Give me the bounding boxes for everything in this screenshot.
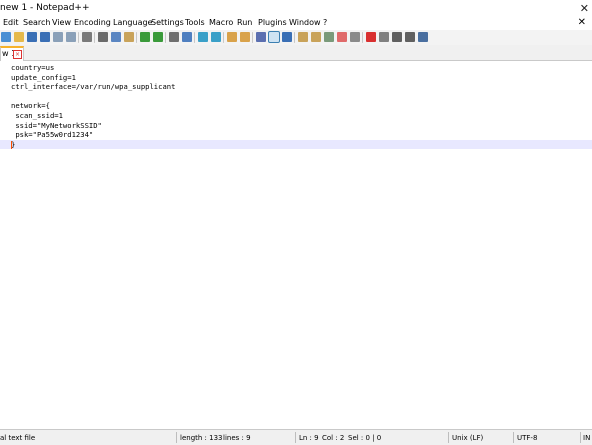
cut-icon[interactable] [98, 32, 108, 42]
editor-line-text: network={ [11, 101, 50, 111]
menu-run[interactable]: Run [237, 18, 252, 27]
menu-tools[interactable]: Tools [185, 18, 205, 27]
editor-line[interactable]: ssid="MyNetworkSSID" [0, 121, 592, 131]
editor-line-text: ssid="MyNetworkSSID" [11, 120, 102, 130]
window-title: new 1 - Notepad++ [0, 3, 90, 13]
indent-guide-icon[interactable] [282, 32, 292, 42]
editor-line[interactable]: scan_ssid=1 [0, 111, 592, 121]
text-caret [11, 140, 12, 149]
save-all-icon[interactable] [40, 32, 50, 42]
word-wrap-icon[interactable] [256, 32, 266, 42]
menu-encoding[interactable]: Encoding [74, 18, 111, 27]
toolbar-separator [223, 32, 224, 43]
editor-line[interactable]: country=us [0, 63, 592, 73]
status-length: length : 133 [180, 434, 223, 442]
toolbar-separator [252, 32, 253, 43]
status-ins: IN [583, 434, 591, 442]
toolbar-separator [194, 32, 195, 43]
tab-close-icon[interactable]: × [13, 50, 22, 59]
editor-line[interactable]: update_config=1 [0, 73, 592, 83]
close-all-icon[interactable] [66, 32, 76, 42]
doc-map-icon[interactable] [311, 32, 321, 42]
show-all-chars-icon[interactable] [268, 31, 280, 43]
editor-line-text: update_config=1 [11, 72, 76, 82]
menu-help[interactable]: ? [323, 18, 327, 27]
status-ln: Ln : 9 [299, 434, 319, 442]
menu-bar: Edit Search View Encoding Language Setti… [0, 17, 592, 30]
editor-line[interactable] [0, 92, 592, 102]
menu-close-icon[interactable]: ✕ [578, 17, 586, 28]
editor-area[interactable]: country=us update_config=1 ctrl_interface=… [0, 61, 592, 429]
status-divider [513, 432, 514, 443]
print-icon[interactable] [82, 32, 92, 42]
play-macro-icon[interactable] [392, 32, 402, 42]
menu-view[interactable]: View [52, 18, 71, 27]
tab-new-1[interactable]: w 1 × [0, 46, 24, 61]
language-icon[interactable] [298, 32, 308, 42]
sync-vertical-icon[interactable] [227, 32, 237, 42]
title-bar: new 1 - Notepad++ ✕ [0, 0, 592, 17]
toolbar-separator [136, 32, 137, 43]
zoom-out-icon[interactable] [211, 32, 221, 42]
status-divider [448, 432, 449, 443]
paste-icon[interactable] [124, 32, 134, 42]
sync-horizontal-icon[interactable] [240, 32, 250, 42]
save-macro-icon[interactable] [418, 32, 428, 42]
toolbar-separator [362, 32, 363, 43]
tab-bar: w 1 × [0, 45, 592, 61]
status-divider [580, 432, 581, 443]
menu-search[interactable]: Search [23, 18, 50, 27]
editor-line-text: scan_ssid=1 [11, 111, 63, 120]
save-icon[interactable] [27, 32, 37, 42]
close-icon[interactable] [53, 32, 63, 42]
editor-line-text: ctrl_interface=/var/run/wpa_supplicant [11, 82, 176, 92]
status-eol: Unix (LF) [452, 434, 484, 442]
editor-line-text: country=us [11, 63, 55, 72]
monitoring-icon[interactable] [350, 32, 360, 42]
menu-window[interactable]: Window [289, 18, 321, 27]
editor-line-text: psk="Pa55w0rd1234" [11, 130, 94, 140]
menu-edit[interactable]: Edit [3, 18, 19, 27]
status-file-type: al text file [0, 434, 36, 442]
copy-icon[interactable] [111, 32, 121, 42]
folder-workspace-icon[interactable] [337, 32, 347, 42]
editor-line[interactable]: psk="Pa55w0rd1234" [0, 130, 592, 140]
menu-settings[interactable]: Settings [151, 18, 184, 27]
replace-icon[interactable] [182, 32, 192, 42]
editor-line[interactable]: ctrl_interface=/var/run/wpa_supplicant [0, 82, 592, 92]
zoom-in-icon[interactable] [198, 32, 208, 42]
menu-macro[interactable]: Macro [209, 18, 233, 27]
new-file-icon[interactable] [1, 32, 11, 42]
open-file-icon[interactable] [14, 32, 24, 42]
find-icon[interactable] [169, 32, 179, 42]
toolbar-separator [294, 32, 295, 43]
redo-icon[interactable] [153, 32, 163, 42]
undo-icon[interactable] [140, 32, 150, 42]
editor-line[interactable]: network={ [0, 101, 592, 111]
status-divider [295, 432, 296, 443]
record-macro-icon[interactable] [366, 32, 376, 42]
stop-macro-icon[interactable] [379, 32, 389, 42]
toolbar-separator [165, 32, 166, 43]
toolbar-separator [78, 32, 79, 43]
status-col: Col : 2 [322, 434, 345, 442]
status-lines: lines : 9 [223, 434, 251, 442]
toolbar [0, 30, 592, 46]
menu-language[interactable]: Language [113, 18, 152, 27]
status-encoding: UTF-8 [517, 434, 538, 442]
editor-line[interactable]: } [0, 139, 592, 150]
toolbar-separator [94, 32, 95, 43]
status-sel: Sel : 0 | 0 [348, 434, 382, 442]
window-close-icon[interactable]: ✕ [580, 2, 589, 15]
function-list-icon[interactable] [324, 32, 334, 42]
status-divider [176, 432, 177, 443]
run-macro-multiple-icon[interactable] [405, 32, 415, 42]
status-bar: al text file length : 133 lines : 9 Ln :… [0, 429, 592, 445]
menu-plugins[interactable]: Plugins [258, 18, 287, 27]
